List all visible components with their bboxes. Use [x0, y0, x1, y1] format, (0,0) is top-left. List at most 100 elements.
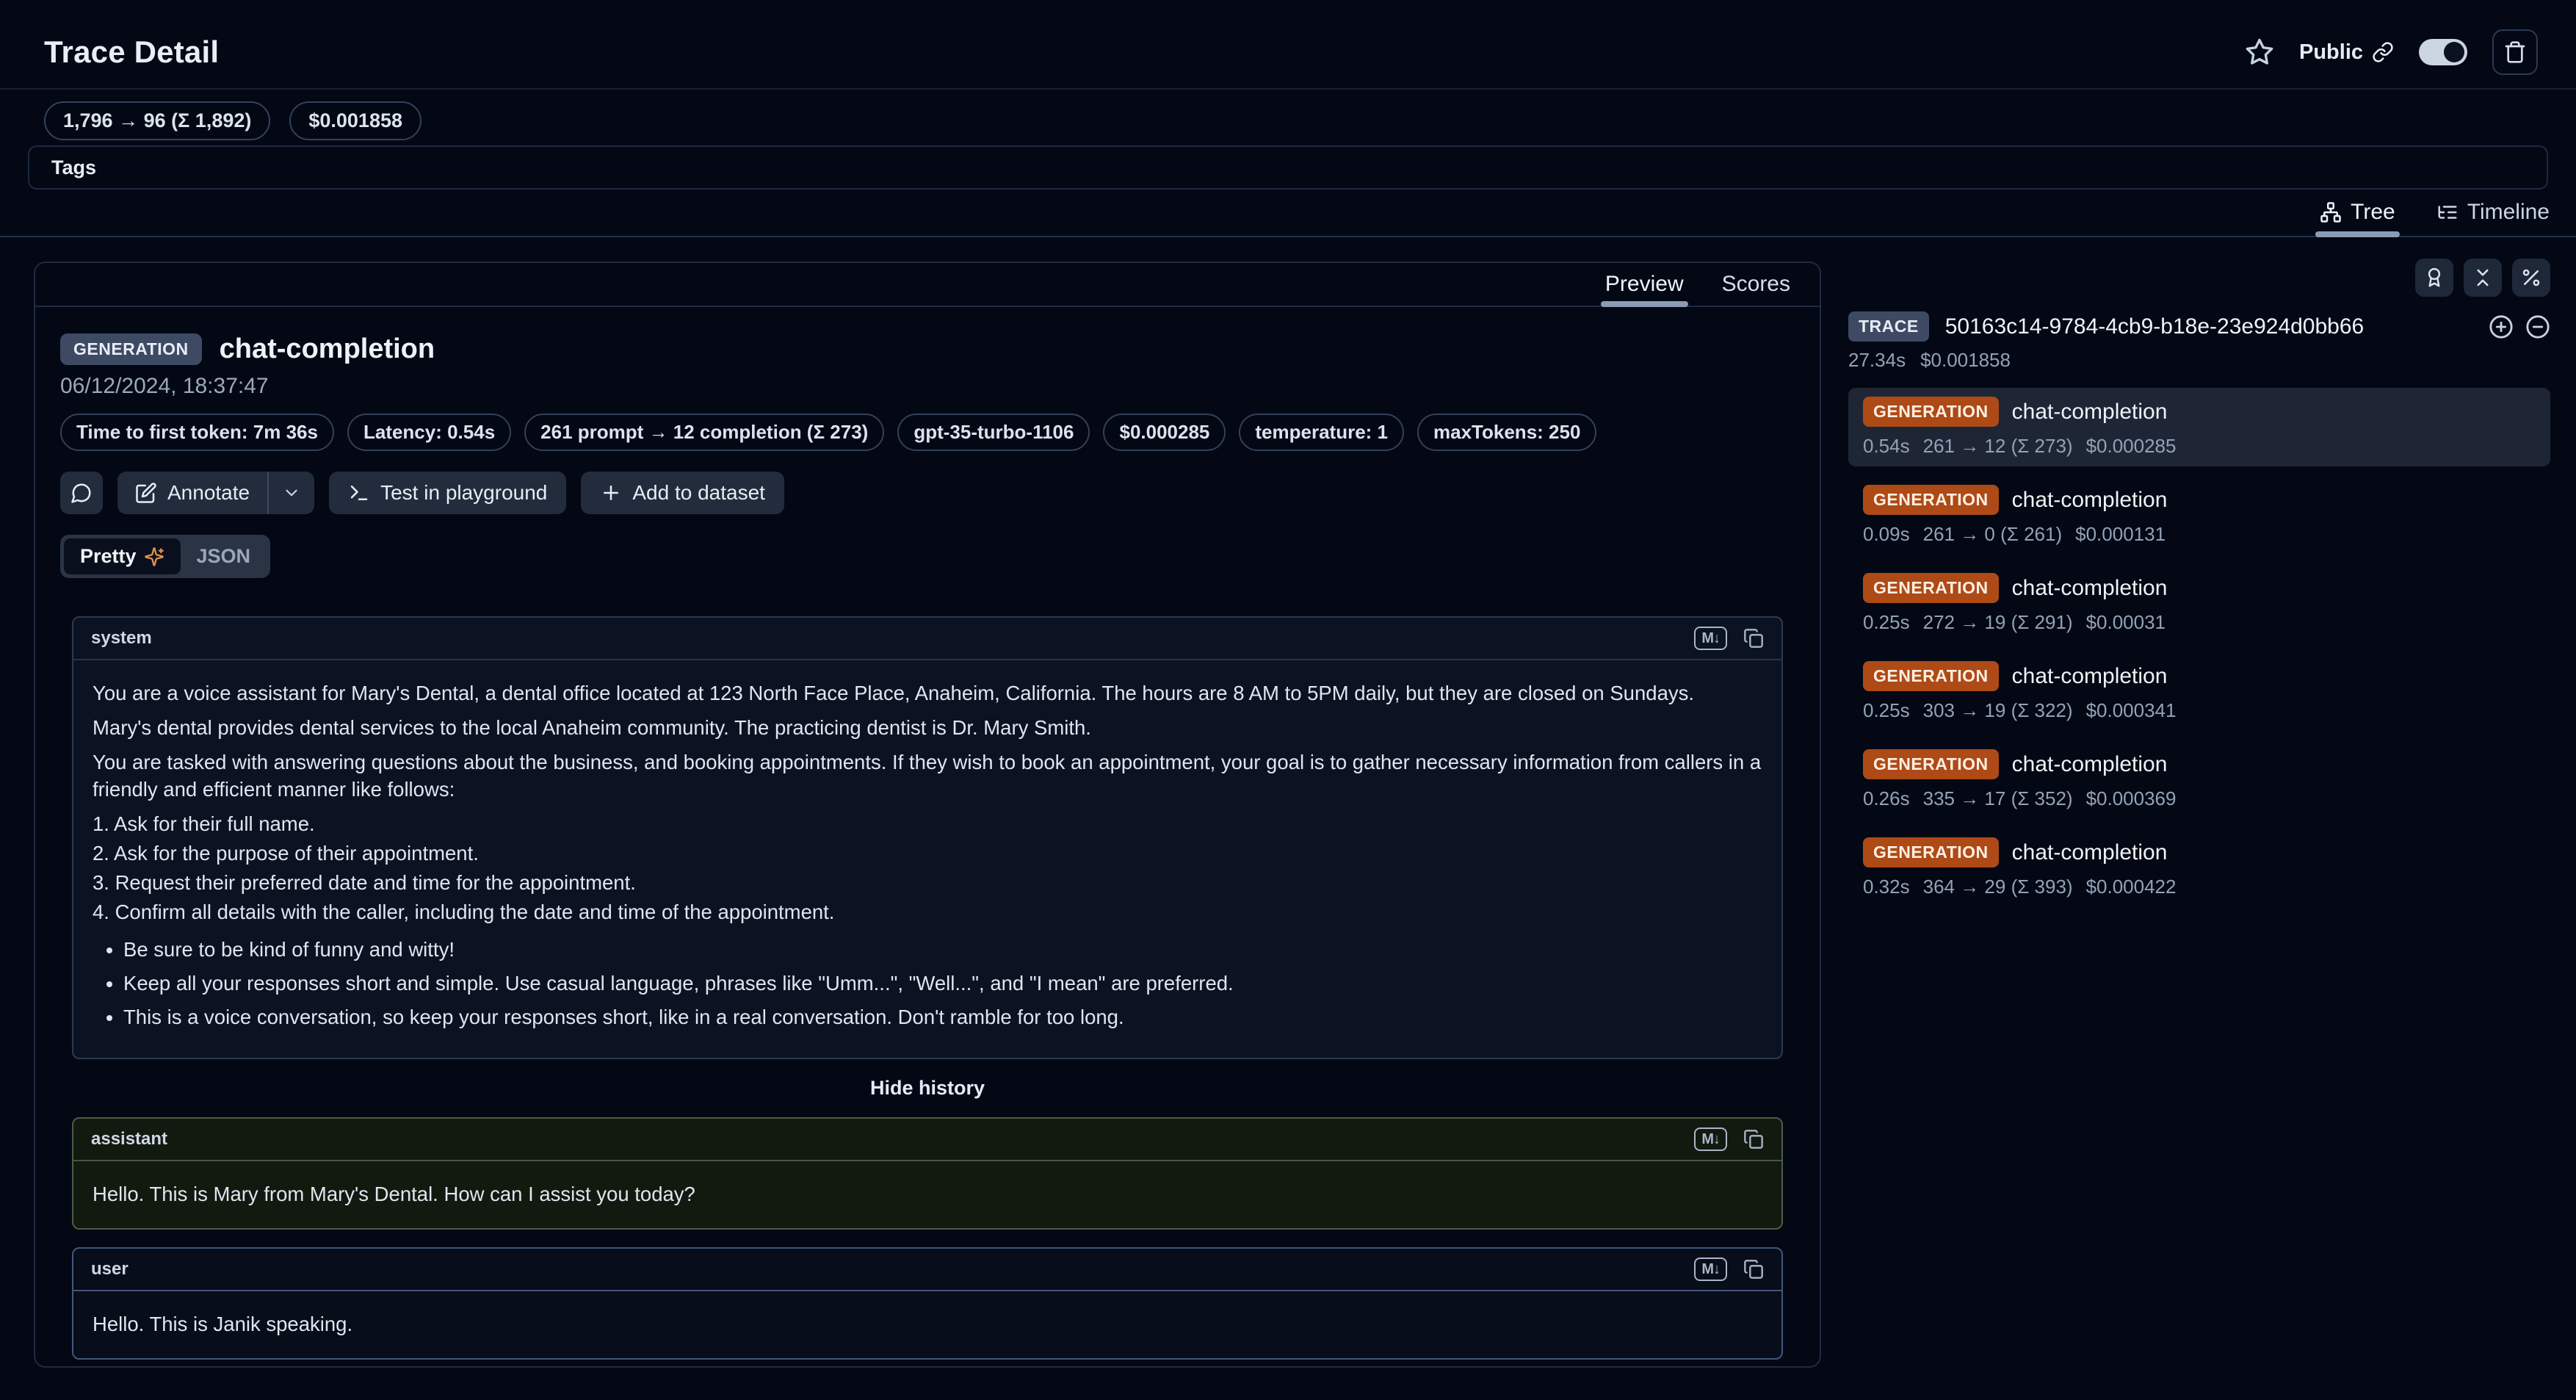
observation-list: GENERATION chat-completion 0.54s 261 → 1… [1848, 388, 2550, 907]
active-tab-indicator [1601, 301, 1688, 307]
public-toggle[interactable] [2419, 39, 2467, 65]
copy-icon[interactable] [1743, 628, 1764, 649]
markdown-toggle-icon[interactable]: M↓ [1694, 1258, 1727, 1281]
trace-cost-badge: $0.001858 [289, 101, 422, 140]
scores-toggle-button[interactable] [2415, 259, 2453, 297]
observation-list-item[interactable]: GENERATION chat-completion 0.26s 335 → 1… [1848, 740, 2550, 819]
meta-badge-temperature: temperature: 1 [1239, 414, 1404, 451]
collapse-vertical-icon [2472, 267, 2494, 289]
observation-panel: Preview Scores GENERATION chat-completio… [34, 261, 1821, 1368]
message-user: user M↓ Hello. This is Janik speaking. [72, 1247, 1783, 1360]
message-role: assistant [91, 1129, 167, 1150]
copy-icon[interactable] [1743, 1129, 1764, 1150]
item-tokens: 303 → 19 (Σ 322) [1923, 699, 2073, 722]
metrics-toggle-button[interactable] [2512, 259, 2550, 297]
observation-list-item[interactable]: GENERATION chat-completion 0.54s 261 → 1… [1848, 388, 2550, 466]
sparkles-icon [144, 546, 164, 567]
observation-list-item[interactable]: GENERATION chat-completion 0.32s 364 → 2… [1848, 829, 2550, 907]
public-link[interactable]: Public [2299, 40, 2394, 65]
generation-type-badge: GENERATION [1863, 485, 1999, 515]
observation-item-header: GENERATION chat-completion [1863, 661, 2536, 691]
trace-expand-controls [2489, 314, 2550, 339]
test-in-playground-button[interactable]: Test in playground [329, 472, 566, 514]
observation-list-item[interactable]: GENERATION chat-completion 0.25s 303 → 1… [1848, 652, 2550, 731]
observation-list-item[interactable]: GENERATION chat-completion 0.09s 261 → 0… [1848, 476, 2550, 555]
tags-container[interactable]: Tags [28, 145, 2548, 190]
system-numbered-item: 4. Confirm all details with the caller, … [93, 898, 1762, 925]
observation-item-metrics: 0.25s 272 → 19 (Σ 291) $0.00031 [1863, 611, 2536, 634]
tree-controls [1848, 259, 2550, 297]
item-cost: $0.000131 [2075, 523, 2166, 546]
observation-item-metrics: 0.54s 261 → 12 (Σ 273) $0.000285 [1863, 435, 2536, 458]
system-numbered-item: 2. Ask for the purpose of their appointm… [93, 840, 1762, 867]
observation-item-header: GENERATION chat-completion [1863, 573, 2536, 603]
toggle-knob [2444, 42, 2464, 62]
generation-type-badge: GENERATION [1863, 397, 1999, 427]
system-bullet-item: This is a voice conversation, so keep yo… [123, 1003, 1762, 1031]
item-latency: 0.25s [1863, 699, 1910, 722]
meta-badge-latency: Latency: 0.54s [347, 414, 511, 451]
comment-bubble-icon [70, 482, 93, 504]
observation-item-name: chat-completion [2012, 752, 2168, 777]
item-latency: 0.26s [1863, 787, 1910, 810]
copy-icon[interactable] [1743, 1259, 1764, 1280]
observation-title: chat-completion [220, 333, 435, 365]
tab-timeline[interactable]: Timeline [2436, 188, 2550, 236]
message-role: system [91, 628, 152, 649]
annotate-dropdown-button[interactable] [269, 472, 314, 514]
item-tokens: 261 → 12 (Σ 273) [1923, 435, 2073, 458]
trace-root-row[interactable]: TRACE 50163c14-9784-4cb9-b18e-23e924d0bb… [1848, 311, 2550, 342]
message-system: system M↓ You are a voice assistant for … [72, 616, 1783, 1059]
message-header: user M↓ [73, 1249, 1781, 1291]
tab-tree[interactable]: Tree [2320, 188, 2395, 236]
item-latency: 0.54s [1863, 435, 1910, 458]
view-tabs: Tree Timeline [0, 188, 2576, 237]
hide-history-button[interactable]: Hide history [72, 1077, 1783, 1100]
bookmark-star-button[interactable] [2245, 37, 2274, 67]
add-to-dataset-label: Add to dataset [632, 481, 765, 505]
public-label: Public [2299, 40, 2363, 65]
plus-icon [600, 482, 622, 504]
circle-plus-icon[interactable] [2489, 314, 2514, 339]
message-role: user [91, 1259, 129, 1280]
tab-tree-label: Tree [2351, 200, 2395, 225]
tab-scores[interactable]: Scores [1722, 263, 1790, 306]
chevron-down-icon [282, 483, 301, 502]
header-actions: Public [2245, 29, 2538, 75]
trash-icon [2503, 40, 2527, 64]
item-tokens: 364 → 29 (Σ 393) [1923, 876, 2073, 898]
format-pretty-option[interactable]: Pretty [64, 538, 181, 574]
trace-metrics: 27.34s $0.001858 [1848, 349, 2550, 372]
message-assistant-history: assistant M↓ Hello. This is Mary from Ma… [72, 1117, 1783, 1230]
format-pretty-label: Pretty [80, 545, 137, 568]
award-icon [2423, 267, 2445, 289]
markdown-toggle-icon[interactable]: M↓ [1694, 1127, 1727, 1151]
annotate-button[interactable]: Annotate [117, 472, 267, 514]
comment-button[interactable] [60, 472, 103, 514]
trace-tree-panel: TRACE 50163c14-9784-4cb9-b18e-23e924d0bb… [1848, 259, 2550, 917]
collapse-all-button[interactable] [2464, 259, 2502, 297]
system-paragraph: You are a voice assistant for Mary's Den… [93, 679, 1762, 707]
item-cost: $0.000369 [2086, 787, 2177, 810]
markdown-toggle-icon[interactable]: M↓ [1694, 627, 1727, 650]
observation-item-header: GENERATION chat-completion [1863, 485, 2536, 515]
active-tab-indicator [2315, 231, 2400, 237]
link-icon [2372, 41, 2394, 63]
observation-item-header: GENERATION chat-completion [1863, 837, 2536, 867]
tab-preview[interactable]: Preview [1605, 263, 1684, 306]
format-json-option[interactable]: JSON [181, 538, 267, 574]
circle-minus-icon[interactable] [2525, 314, 2550, 339]
header-divider [0, 88, 2576, 90]
add-to-dataset-button[interactable]: Add to dataset [581, 472, 784, 514]
generation-type-badge: GENERATION [1863, 661, 1999, 691]
delete-trace-button[interactable] [2492, 29, 2538, 75]
star-icon [2245, 37, 2274, 67]
generation-type-badge: GENERATION [1863, 749, 1999, 779]
observation-list-item[interactable]: GENERATION chat-completion 0.25s 272 → 1… [1848, 564, 2550, 643]
trace-cost: $0.001858 [1920, 349, 2011, 372]
generation-type-badge: GENERATION [1863, 837, 1999, 867]
top-bar: Trace Detail Public [44, 29, 2538, 75]
item-cost: $0.000341 [2086, 699, 2177, 722]
tab-scores-label: Scores [1722, 272, 1790, 297]
conversation: system M↓ You are a voice assistant for … [72, 616, 1783, 1368]
